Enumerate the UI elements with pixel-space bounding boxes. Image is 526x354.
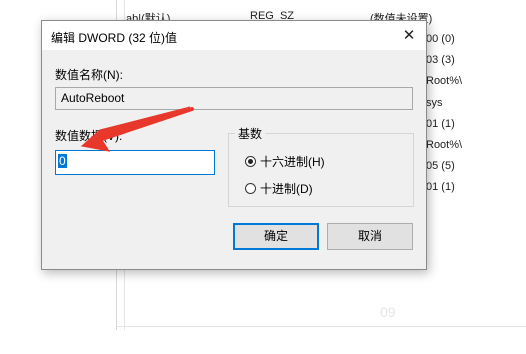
value-name-label: 数值名称(N): [55,68,123,82]
edit-dword-dialog: 编辑 DWORD (32 位)值 ✕ 数值名称(N): AutoReboot 数… [41,20,427,270]
value-name-field: AutoReboot [55,87,413,110]
bg-row-data: Root%\ [426,75,463,87]
bg-row-data: 05 (5) [426,160,455,172]
radio-dec-label: 十进制(D) [260,182,313,196]
value-data-input[interactable]: 0 [55,150,215,175]
bg-row-data: Root%\ [426,139,463,151]
dialog-title: 编辑 DWORD (32 位)值 [51,31,178,45]
radio-hex[interactable]: 十六进制(H) [245,153,325,170]
radio-hex-label: 十六进制(H) [260,155,325,169]
value-data-label: 数值数据(V): [55,129,123,143]
bg-row-data: sys [426,97,443,109]
radio-hex-indicator[interactable] [245,156,256,167]
bg-row-data: 00 (0) [426,33,455,45]
value-data-text: 0 [58,154,67,168]
list-bottom-border [117,326,526,327]
close-icon[interactable]: ✕ [400,27,418,45]
bg-row-data: 01 (1) [426,118,455,130]
radio-dec-indicator[interactable] [245,183,256,194]
watermark: 09 [380,304,396,320]
cancel-button[interactable]: 取消 [327,223,413,250]
dialog-titlebar[interactable]: 编辑 DWORD (32 位)值 ✕ [42,21,426,50]
ok-button[interactable]: 确定 [233,223,319,250]
bg-row-data: 01 (1) [426,181,455,193]
bg-row-data: 03 (3) [426,54,455,66]
radio-dec[interactable]: 十进制(D) [245,180,313,197]
base-group-title: 基数 [235,125,266,142]
